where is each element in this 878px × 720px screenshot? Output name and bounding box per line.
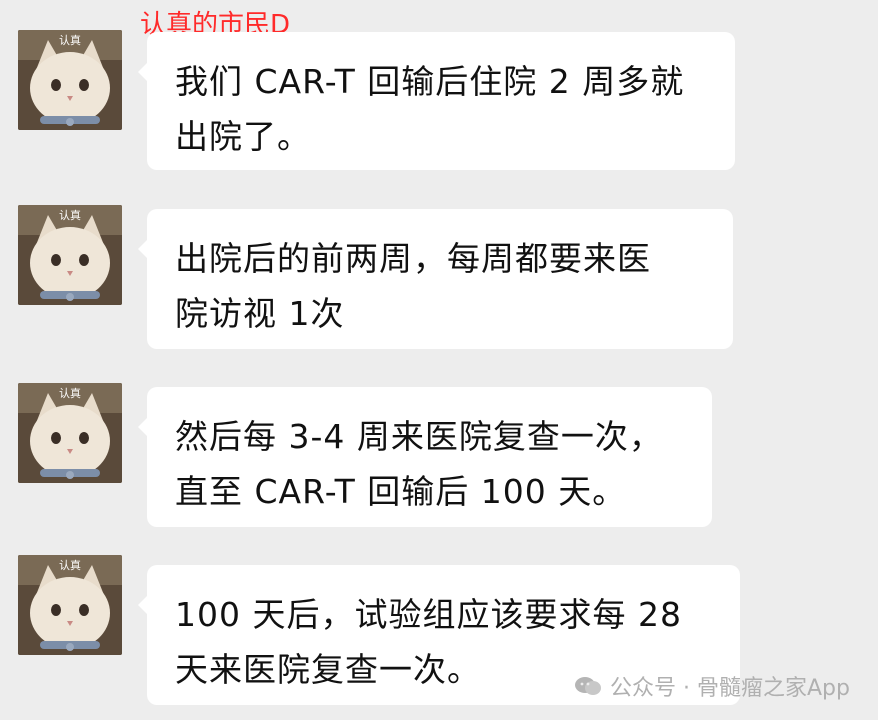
avatar-label: 认真 [59,208,81,222]
avatar-label: 认真 [59,33,81,47]
cat-avatar-icon: 认真 [18,555,122,655]
avatar-label: 认真 [59,558,81,572]
wechat-official-account-icon [574,675,602,697]
cat-avatar-icon: 认真 [18,205,122,305]
message-bubble[interactable]: 然后每 3-4 周来医院复查一次， 直至 CAR-T 回输后 100 天。 [138,387,712,527]
watermark: 公众号 · 骨髓瘤之家App [574,670,850,702]
avatar[interactable]: 认真 [18,30,122,130]
message-line: 院访视 1次 [175,294,345,333]
message-line: 出院了。 [175,117,311,156]
cat-avatar-icon: 认真 [18,30,122,130]
message-line: 然后每 3-4 周来医院复查一次， [175,417,663,456]
watermark-text: 公众号 · 骨髓瘤之家App [610,676,850,701]
message-bubble[interactable]: 我们 CAR-T 回输后住院 2 周多就 出院了。 [138,32,735,170]
message-line: 直至 CAR-T 回输后 100 天。 [175,472,627,511]
message-bubble[interactable]: 出院后的前两周，每周都要来医 院访视 1次 [138,209,733,349]
cat-avatar-icon: 认真 [18,383,122,483]
avatar[interactable]: 认真 [18,205,122,305]
avatar[interactable]: 认真 [18,383,122,483]
avatar[interactable]: 认真 [18,555,122,655]
message-line: 100 天后，试验组应该要求每 28 [175,595,682,634]
message-line: 我们 CAR-T 回输后住院 2 周多就 [175,62,685,101]
avatar-label: 认真 [59,386,81,400]
message-line: 出院后的前两周，每周都要来医 [175,239,651,278]
